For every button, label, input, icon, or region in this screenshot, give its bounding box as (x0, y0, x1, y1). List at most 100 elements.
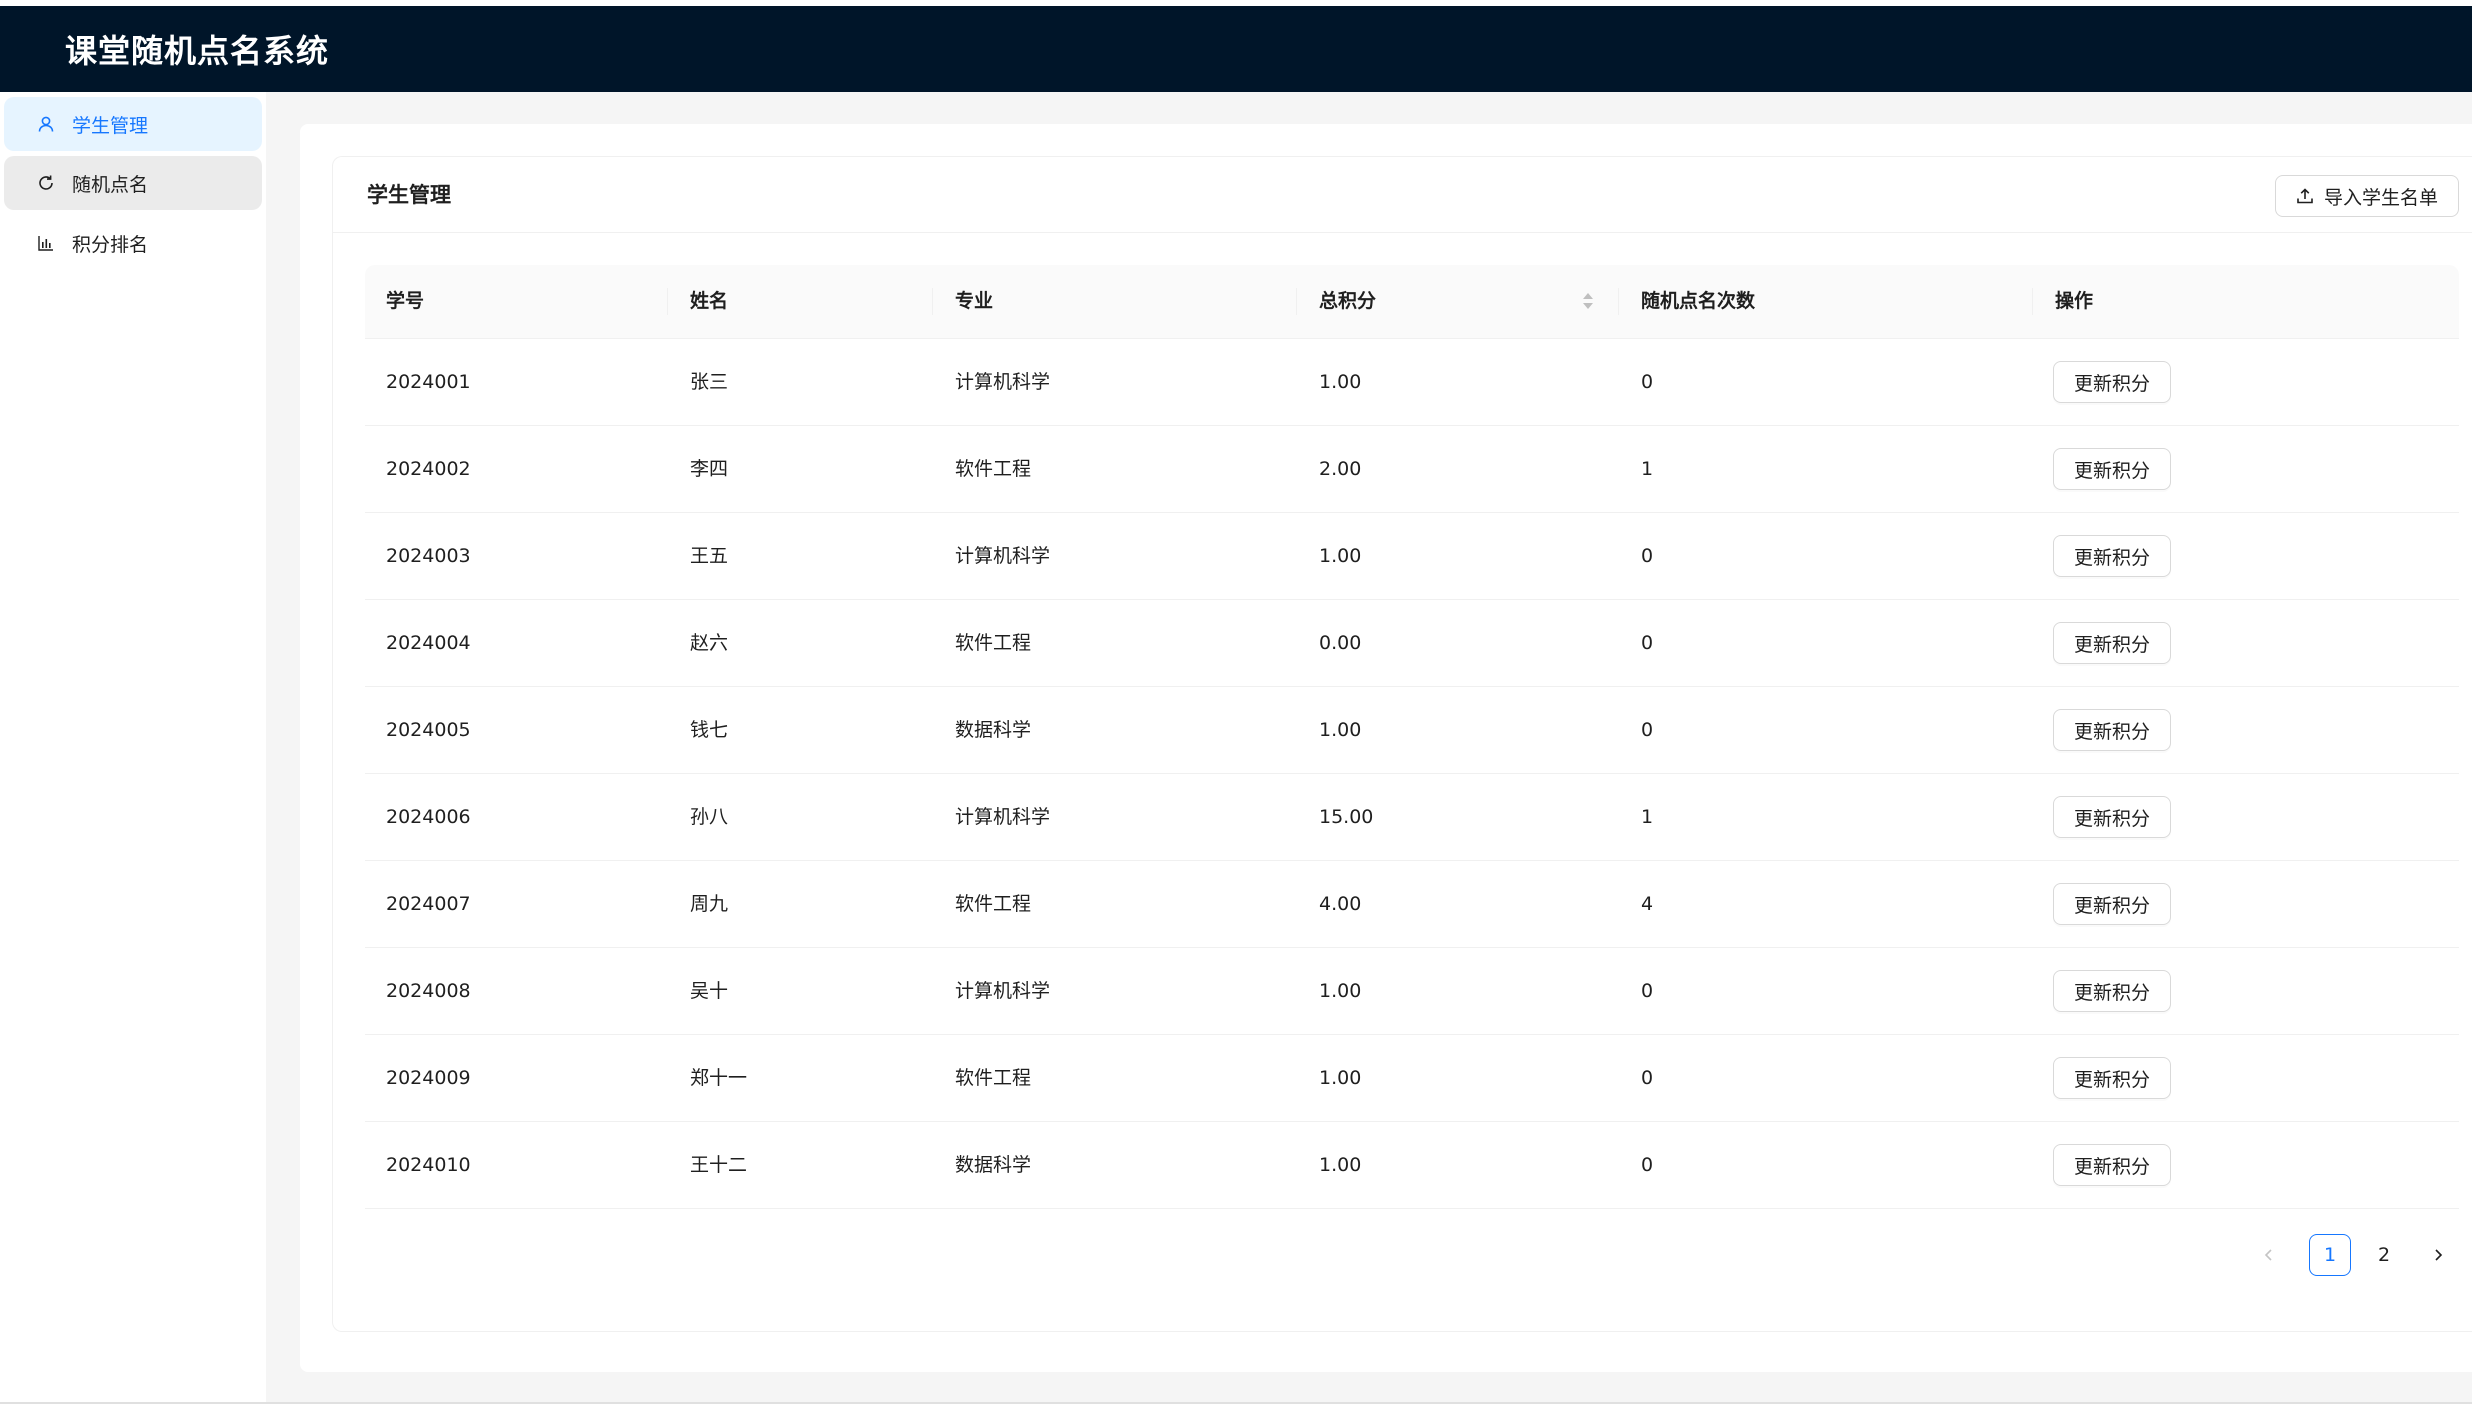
sidebar-item-student-management[interactable]: 学生管理 (4, 97, 262, 151)
cell-total-score: 1.00 (1319, 545, 1362, 567)
cell-name: 吴十 (690, 980, 729, 1002)
cell-name: 张三 (690, 371, 729, 393)
cell-call-count: 0 (1641, 545, 1654, 567)
cell-major: 计算机科学 (955, 371, 1051, 393)
app-header: 课堂随机点名系统 (0, 6, 2472, 92)
update-score-button[interactable]: 更新积分 (2053, 361, 2171, 403)
update-score-button[interactable]: 更新积分 (2053, 1144, 2171, 1186)
sidebar-item-label: 积分排名 (72, 233, 149, 256)
cell-major: 软件工程 (955, 458, 1032, 480)
table-row: 2024006 孙八 计算机科学 15.00 1 更新积分 (365, 774, 2459, 861)
cell-total-score: 4.00 (1319, 893, 1362, 915)
page-2-button[interactable]: 2 (2363, 1234, 2405, 1276)
cell-major: 数据科学 (955, 719, 1032, 741)
column-divider (1296, 288, 1297, 315)
column-divider (1618, 288, 1619, 315)
cell-major: 计算机科学 (955, 545, 1051, 567)
column-header-total-score[interactable]: 总积分 (1319, 265, 1376, 338)
table-row: 2024004 赵六 软件工程 0.00 0 更新积分 (365, 600, 2459, 687)
table-row: 2024001 张三 计算机科学 1.00 0 更新积分 (365, 339, 2459, 426)
cell-total-score: 1.00 (1319, 719, 1362, 741)
cell-name: 李四 (690, 458, 729, 480)
column-divider (932, 288, 933, 315)
cell-student-id: 2024007 (386, 893, 471, 915)
cell-total-score: 2.00 (1319, 458, 1362, 480)
cell-total-score: 15.00 (1319, 806, 1374, 828)
table-row: 2024010 王十二 数据科学 1.00 0 更新积分 (365, 1122, 2459, 1209)
column-header-name: 姓名 (690, 290, 729, 312)
sort-icon[interactable] (1581, 291, 1595, 311)
cell-student-id: 2024002 (386, 458, 471, 480)
cell-total-score: 1.00 (1319, 980, 1362, 1002)
chevron-right-icon (2435, 1249, 2443, 1261)
import-button-label: 导入学生名单 (2323, 186, 2438, 209)
cell-call-count: 4 (1641, 893, 1654, 915)
card-header: 学生管理 导入学生名单 (333, 157, 2472, 233)
table-row: 2024009 郑十一 软件工程 1.00 0 更新积分 (365, 1035, 2459, 1122)
cell-call-count: 1 (1641, 806, 1654, 828)
column-divider (2032, 288, 2033, 315)
cell-call-count: 0 (1641, 632, 1654, 654)
cell-name: 王十二 (690, 1154, 748, 1176)
sidebar: 学生管理 随机点名 积分排名 (0, 92, 267, 1402)
next-page-button[interactable] (2417, 1234, 2459, 1276)
cell-name: 周九 (690, 893, 729, 915)
update-score-button[interactable]: 更新积分 (2053, 1057, 2171, 1099)
cell-student-id: 2024008 (386, 980, 471, 1002)
bar-chart-icon (36, 233, 56, 253)
cell-student-id: 2024005 (386, 719, 471, 741)
cell-major: 数据科学 (955, 1154, 1032, 1176)
cell-student-id: 2024004 (386, 632, 471, 654)
update-score-button[interactable]: 更新积分 (2053, 535, 2171, 577)
update-score-button[interactable]: 更新积分 (2053, 622, 2171, 664)
cell-total-score: 0.00 (1319, 632, 1362, 654)
import-students-button[interactable]: 导入学生名单 (2275, 175, 2459, 217)
cell-student-id: 2024009 (386, 1067, 471, 1089)
sidebar-item-score-ranking[interactable]: 积分排名 (4, 216, 262, 270)
table-row: 2024005 钱七 数据科学 1.00 0 更新积分 (365, 687, 2459, 774)
column-header-actions: 操作 (2055, 290, 2094, 312)
user-icon (36, 114, 56, 134)
cell-call-count: 0 (1641, 1067, 1654, 1089)
card-title: 学生管理 (367, 183, 451, 207)
cell-name: 孙八 (690, 806, 729, 828)
cell-major: 软件工程 (955, 632, 1032, 654)
cell-major: 计算机科学 (955, 806, 1051, 828)
cell-major: 软件工程 (955, 1067, 1032, 1089)
sidebar-item-random-call[interactable]: 随机点名 (4, 156, 262, 210)
cell-student-id: 2024006 (386, 806, 471, 828)
table-row: 2024007 周九 软件工程 4.00 4 更新积分 (365, 861, 2459, 948)
app-title: 课堂随机点名系统 (65, 32, 330, 70)
column-header-call-count: 随机点名次数 (1641, 290, 1756, 312)
cell-name: 赵六 (690, 632, 729, 654)
prev-page-button[interactable] (2248, 1234, 2290, 1276)
table-body: 2024001 张三 计算机科学 1.00 0 更新积分 2024002 李四 软件工程 2.00… (365, 339, 2459, 1209)
sidebar-item-label: 随机点名 (72, 173, 149, 196)
cell-student-id: 2024010 (386, 1154, 471, 1176)
column-divider (667, 288, 668, 315)
chevron-left-icon (2264, 1249, 2272, 1261)
cell-name: 郑十一 (690, 1067, 748, 1089)
cell-total-score: 1.00 (1319, 1154, 1362, 1176)
cell-student-id: 2024001 (386, 371, 471, 393)
reload-icon (36, 173, 56, 193)
table-header: 学号 姓名 专业 总积分 随机点名次数 操作 (365, 265, 2459, 339)
cell-name: 钱七 (690, 719, 729, 741)
page-1-button[interactable]: 1 (2309, 1234, 2351, 1276)
update-score-button[interactable]: 更新积分 (2053, 883, 2171, 925)
table-row: 2024008 吴十 计算机科学 1.00 0 更新积分 (365, 948, 2459, 1035)
column-header-major: 专业 (955, 290, 994, 312)
cell-call-count: 0 (1641, 371, 1654, 393)
cell-call-count: 1 (1641, 458, 1654, 480)
update-score-button[interactable]: 更新积分 (2053, 796, 2171, 838)
cell-total-score: 1.00 (1319, 371, 1362, 393)
update-score-button[interactable]: 更新积分 (2053, 709, 2171, 751)
update-score-button[interactable]: 更新积分 (2053, 448, 2171, 490)
table-row: 2024003 王五 计算机科学 1.00 0 更新积分 (365, 513, 2459, 600)
cell-major: 计算机科学 (955, 980, 1051, 1002)
update-score-button[interactable]: 更新积分 (2053, 970, 2171, 1012)
students-table: 学号 姓名 专业 总积分 随机点名次数 操作 2024001 张三 计算机科学 1.0… (365, 265, 2459, 1209)
column-header-student-id: 学号 (386, 290, 425, 312)
cell-name: 王五 (690, 545, 729, 567)
cell-student-id: 2024003 (386, 545, 471, 567)
